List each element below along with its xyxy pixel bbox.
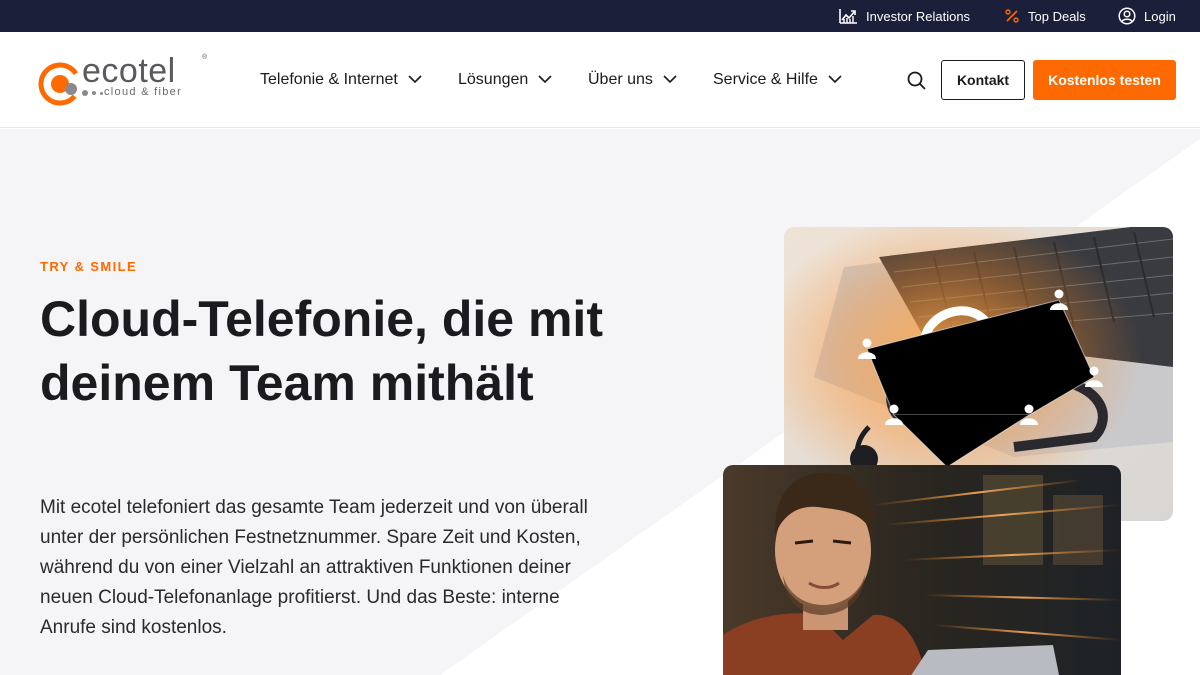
nav-label: Telefonie & Internet bbox=[260, 71, 398, 88]
chevron-down-icon bbox=[408, 71, 422, 89]
chevron-down-icon bbox=[828, 71, 842, 89]
hero-eyebrow: TRY & SMILE bbox=[40, 259, 138, 274]
login-link[interactable]: Login bbox=[1118, 0, 1176, 32]
logo-registered-mark: ® bbox=[202, 54, 208, 61]
investor-relations-link[interactable]: Investor Relations bbox=[838, 0, 970, 32]
kontakt-button[interactable]: Kontakt bbox=[941, 60, 1025, 100]
logo-mark bbox=[38, 62, 82, 106]
nav-label: Lösungen bbox=[458, 71, 529, 88]
ecotel-logo[interactable]: ecotel ® cloud & fiber bbox=[38, 52, 213, 110]
main-header: ecotel ® cloud & fiber Telefonie & Inter… bbox=[0, 32, 1200, 128]
logo-tagline: cloud & fiber bbox=[104, 86, 183, 98]
nav-loesungen[interactable]: Lösungen bbox=[458, 68, 552, 92]
hero-lead-text: Mit ecotel telefoniert das gesamte Team … bbox=[40, 497, 588, 638]
chevron-down-icon bbox=[538, 71, 552, 89]
percent-icon bbox=[1004, 8, 1020, 24]
logo-dots bbox=[82, 90, 103, 96]
top-utility-bar: Investor Relations Top Deals Login bbox=[0, 0, 1200, 32]
nav-telefonie-internet[interactable]: Telefonie & Internet bbox=[260, 68, 422, 92]
hero-section: TRY & SMILE Cloud-Telefonie, die mit dei… bbox=[0, 129, 1200, 675]
hero-headline: Cloud-Telefonie, die mit deinem Team mit… bbox=[40, 291, 603, 411]
nav-ueber-uns[interactable]: Über uns bbox=[588, 68, 677, 92]
user-circle-icon bbox=[1118, 7, 1136, 25]
investor-relations-label: Investor Relations bbox=[866, 8, 971, 24]
kostenlos-testen-button[interactable]: Kostenlos testen bbox=[1033, 60, 1176, 100]
search-icon bbox=[905, 71, 929, 97]
nav-label: Über uns bbox=[588, 71, 653, 88]
chart-trend-icon bbox=[838, 7, 858, 25]
login-label: Login bbox=[1144, 8, 1176, 24]
chevron-down-icon bbox=[663, 71, 677, 89]
search-button[interactable] bbox=[905, 69, 929, 93]
top-deals-link[interactable]: Top Deals bbox=[1004, 0, 1086, 32]
nav-service-hilfe[interactable]: Service & Hilfe bbox=[713, 68, 842, 92]
nav-label: Service & Hilfe bbox=[713, 71, 818, 88]
top-deals-label: Top Deals bbox=[1028, 8, 1086, 24]
man-with-tablet-image bbox=[723, 465, 1121, 675]
